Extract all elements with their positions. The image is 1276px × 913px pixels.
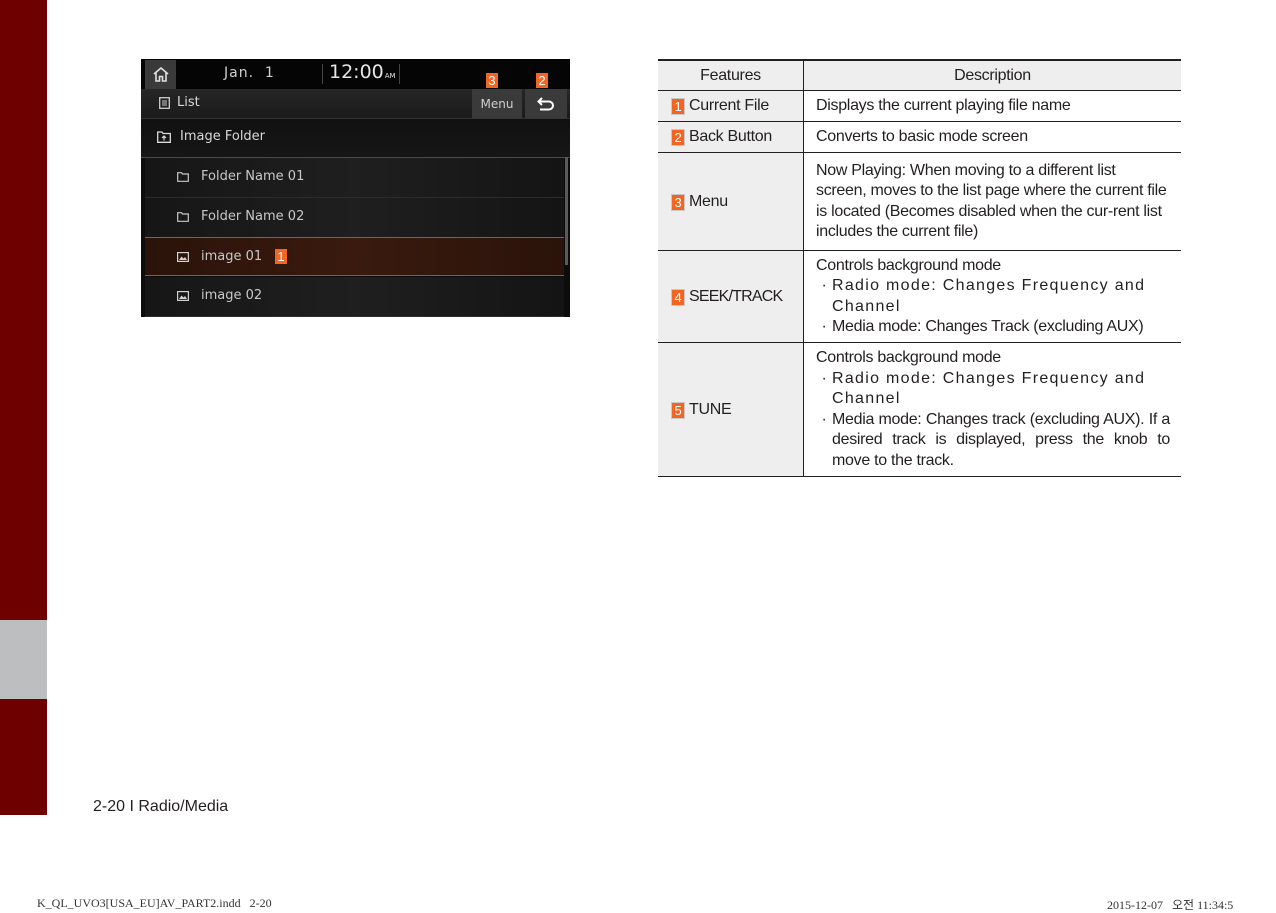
divider [322,64,323,84]
back-button[interactable] [525,89,567,118]
description-intro: Controls background mode [816,349,1001,366]
feature-cell: 3 Menu [658,152,804,251]
image-icon [177,252,189,262]
number-badge: 1 [671,98,685,115]
feature-name: Menu [689,192,728,210]
description-intro: Controls background mode [816,256,1001,274]
list-icon [159,97,170,109]
bullet-item: · Media mode: Changes track (excluding AU… [821,410,1170,469]
header-features: Features [658,59,804,91]
list-item-selected[interactable]: image 01 1 [145,237,564,276]
description-cell: Displays the current playing file name [803,90,1181,122]
print-slug-filename: K_QL_UVO3[USA_EU]AV_PART2.indd 2-20 [37,896,272,910]
number-badge: 5 [671,401,685,419]
folder-up-icon [157,131,171,143]
table-row: 4 SEEK/TRACK Controls background mode · Ra… [658,250,1181,343]
list-item[interactable]: image 02 [145,277,564,317]
bullet-text: Radio mode: Changes Frequency and Channe… [832,369,1146,408]
page-number-footer: 2-20 I Radio/Media [93,798,229,815]
home-icon [152,67,169,82]
feature-cell: 5 TUNE [658,342,804,477]
time-display: 12:00 [329,61,384,83]
bullet-text: Media mode: Changes Track (excluding AUX… [832,318,1144,335]
menu-button[interactable]: Menu [472,89,522,118]
list-item-label: image 01 [201,249,263,264]
feature-name: TUNE [689,400,732,418]
parent-folder-row[interactable]: Image Folder [141,119,570,158]
table-row: 2 Back Button Converts to basic mode scre… [658,121,1181,153]
status-bar: Jan. 1 12:00AM [141,59,570,89]
callout-badge-back: 2 [536,73,548,88]
date-display: Jan. 1 [224,65,275,81]
list-item[interactable]: Folder Name 01 [145,158,564,198]
table-row: 5 TUNE Controls background mode · Radio mo… [658,342,1181,477]
bullet-text: Radio mode: Changes Frequency and Channe… [832,277,1146,315]
bullet-item: · Radio mode: Changes Frequency and Chann… [821,277,1146,315]
features-table: Features Description 1 Current File Displ… [658,59,1181,477]
number-badge: 4 [671,288,685,306]
callout-badge-current-file: 1 [275,249,287,264]
description-cell: Converts to basic mode screen [803,121,1181,153]
list-item[interactable]: Folder Name 02 [145,198,564,238]
feature-name: Back Button [689,128,772,145]
feature-cell: 1 Current File [658,90,804,122]
screen-title: List [177,95,200,110]
clock: 12:00AM [329,61,396,83]
bullet-text: Media mode: Changes track (excluding AUX… [832,410,1170,469]
divider [399,64,400,84]
table-row: 1 Current File Displays the current playi… [658,90,1181,122]
head-unit-screenshot: Jan. 1 12:00AM List Menu 3 2 Image Folde… [141,59,570,317]
folder-icon [177,212,189,222]
bullet-item: · Radio mode: Changes Frequency and Chann… [821,369,1146,408]
description-cell: Now Playing: When moving to a different … [803,152,1181,251]
feature-name: SEEK/TRACK [689,287,783,305]
table-header-row: Features Description [658,59,1181,91]
list-item-label: image 02 [201,288,263,303]
back-icon [537,96,554,110]
ampm-indicator: AM [384,72,396,80]
image-icon [177,291,189,301]
description-cell: Controls background mode · Radio mode: Ch… [803,250,1181,343]
callout-badge-menu: 3 [486,73,498,88]
header-description: Description [803,59,1181,91]
scrollbar[interactable] [565,157,568,265]
feature-name: Current File [689,97,769,114]
feature-cell: 4 SEEK/TRACK [658,250,804,343]
list-item-label: Folder Name 01 [201,169,305,184]
feature-cell: 2 Back Button [658,121,804,153]
folder-icon [177,172,189,182]
description-cell: Controls background mode · Radio mode: Ch… [803,342,1181,477]
number-badge: 3 [671,193,685,211]
print-slug-timestamp: 2015-12-07 오전 11:34:5 [1107,898,1234,912]
list-item-label: Folder Name 02 [201,209,305,224]
chapter-tab-marker [0,620,47,699]
bullet-item: · Media mode: Changes Track (excluding AU… [821,318,1144,335]
parent-folder-label: Image Folder [180,129,266,144]
home-button[interactable] [145,60,176,89]
table-row: 3 Menu Now Playing: When moving to a diff… [658,152,1181,251]
number-badge: 2 [671,129,685,146]
